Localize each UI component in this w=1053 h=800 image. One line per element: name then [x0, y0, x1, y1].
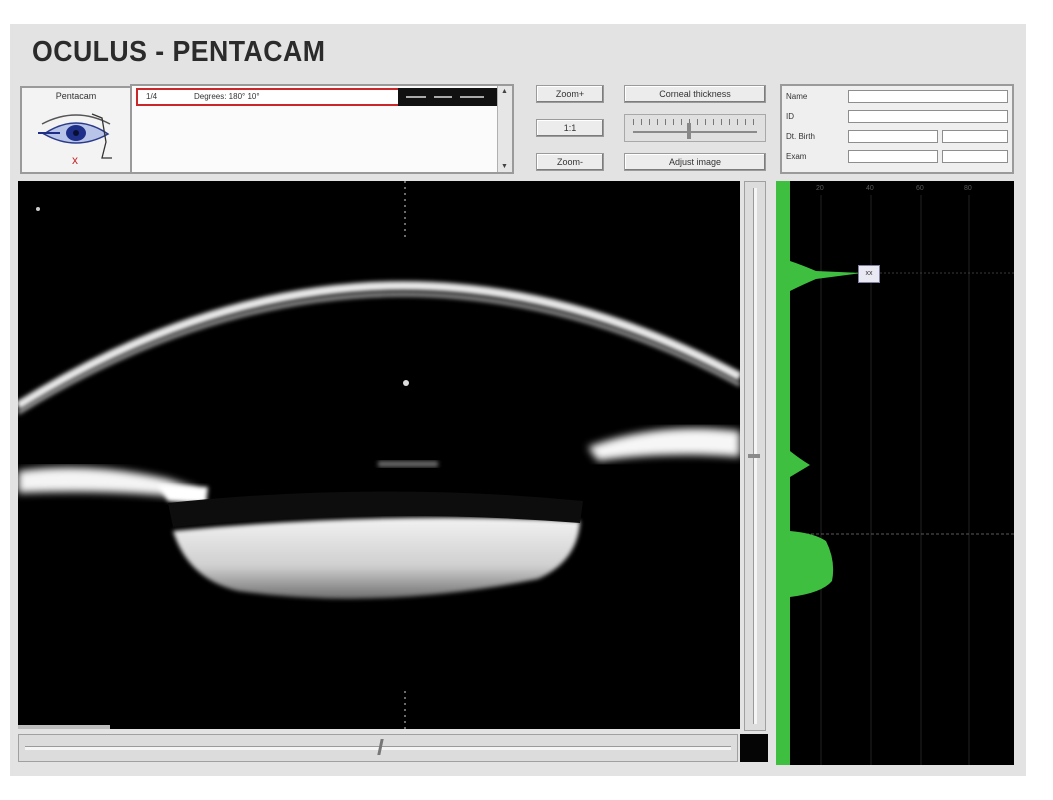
- scheimpflug-image[interactable]: [18, 181, 740, 729]
- patient-exam-time-field[interactable]: [942, 150, 1008, 163]
- corneal-thickness-button[interactable]: Corneal thickness: [624, 85, 766, 103]
- scroll-up-icon[interactable]: ▲: [501, 88, 508, 95]
- anterior-segment-image: [18, 181, 740, 729]
- image-horizontal-scrollbar[interactable]: [18, 734, 738, 762]
- scan-row-degrees: Degrees: 180° 10°: [194, 92, 260, 101]
- density-marker[interactable]: xx: [858, 265, 880, 283]
- scan-list[interactable]: 1/4 Degrees: 180° 10° ▲ ▼: [130, 84, 514, 174]
- patient-name-label: Name: [786, 92, 808, 101]
- patient-id-field[interactable]: [848, 110, 1008, 123]
- brightness-slider[interactable]: [624, 114, 766, 142]
- patient-info-panel: Name ID Dt. Birth Exam: [780, 84, 1014, 174]
- patient-birth-label: Dt. Birth: [786, 132, 815, 141]
- patient-age-field[interactable]: [942, 130, 1008, 143]
- vertical-scroll-thumb[interactable]: [748, 454, 760, 458]
- eye-icon: x: [38, 113, 112, 166]
- eye-selector-caption: Pentacam: [55, 91, 97, 101]
- density-curve: [776, 181, 1014, 765]
- adjust-image-button[interactable]: Adjust image: [624, 153, 766, 171]
- densitometry-graph[interactable]: 20 40 60 80 xx: [776, 181, 1014, 765]
- zoom-in-button[interactable]: Zoom+: [536, 85, 604, 103]
- patient-name-field[interactable]: [848, 90, 1008, 103]
- scan-row-index: 1/4: [146, 92, 158, 101]
- zoom-out-button[interactable]: Zoom-: [536, 153, 604, 171]
- slider-ticks: [633, 119, 757, 125]
- eye-mark: x: [72, 153, 78, 166]
- scroll-down-icon[interactable]: ▼: [501, 163, 508, 170]
- app-title: OCULUS - PENTACAM: [32, 36, 326, 68]
- eye-selector[interactable]: Pentacam x: [20, 86, 132, 174]
- slider-track: [633, 131, 757, 133]
- slider-knob[interactable]: [687, 123, 691, 139]
- scan-preview-strip: [398, 88, 498, 106]
- actual-size-button[interactable]: 1:1: [536, 119, 604, 137]
- scroll-corner: [740, 734, 768, 762]
- pentacam-window: OCULUS - PENTACAM Pentacam x 1/4 Degrees…: [10, 24, 1026, 776]
- patient-exam-label: Exam: [786, 152, 807, 161]
- scan-list-selected-row[interactable]: 1/4 Degrees: 180° 10°: [136, 88, 402, 106]
- scan-list-scrollbar[interactable]: ▲ ▼: [497, 86, 512, 172]
- patient-birth-field[interactable]: [848, 130, 938, 143]
- patient-id-label: ID: [786, 112, 794, 121]
- image-vertical-scrollbar[interactable]: [744, 181, 766, 731]
- patient-exam-date-field[interactable]: [848, 150, 938, 163]
